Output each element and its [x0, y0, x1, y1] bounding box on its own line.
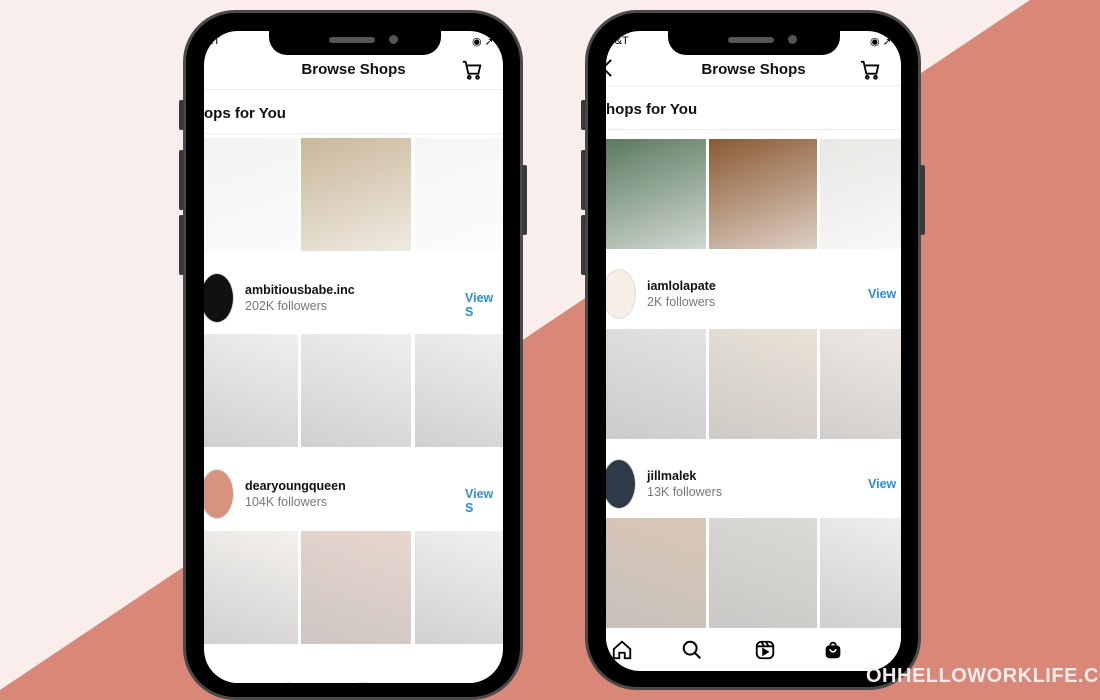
status-carrier: T&T — [608, 35, 629, 47]
phone-frame: T&T ◉ ➚ 1 Browse Shops hops for You iamlolap… — [585, 10, 921, 690]
featured-product-image[interactable] — [606, 139, 706, 249]
shop-name[interactable]: ambitiousbabe.inc — [245, 283, 355, 297]
featured-product-image[interactable] — [415, 138, 503, 251]
watermark: OHHELLOWORKLIFE.COM — [866, 665, 1100, 687]
shop-name[interactable]: jillmalek — [647, 469, 696, 483]
status-right: ◉ ➚ 1 — [869, 36, 901, 48]
side-button — [581, 215, 586, 275]
shop-product-image[interactable] — [606, 329, 706, 439]
shop-followers: 13K followers — [647, 485, 723, 499]
header-divider — [204, 89, 503, 90]
shop-product-image[interactable] — [820, 329, 901, 439]
view-shop-link[interactable]: View S — [465, 291, 503, 319]
phone-screen: T&T ◉ ➚ 1 Browse Shops hops for You iamlolap… — [606, 31, 901, 671]
phone-screen: &T ◉ ➚ 9 Browse Shops ops for You ambitiousb… — [204, 31, 503, 683]
featured-product-image[interactable] — [820, 139, 901, 249]
status-right: ◉ ➚ 9 — [471, 36, 503, 48]
side-button — [179, 215, 184, 275]
header-divider — [606, 85, 901, 86]
shop-product-image[interactable] — [606, 518, 706, 628]
section-title: ops for You — [204, 105, 286, 122]
shop-product-image[interactable] — [204, 531, 298, 644]
bottom-nav — [204, 659, 503, 683]
shop-product-image[interactable] — [204, 334, 298, 447]
shop-product-image[interactable] — [709, 329, 817, 439]
power-button — [920, 165, 925, 235]
back-icon[interactable] — [606, 59, 612, 82]
page-title: Browse Shops — [701, 61, 806, 78]
section-title: hops for You — [606, 101, 698, 118]
shop-followers: 202K followers — [245, 299, 327, 313]
shop-product-image[interactable] — [709, 518, 817, 628]
section-divider — [606, 129, 901, 130]
shop-avatar[interactable] — [606, 459, 636, 509]
shop-avatar[interactable] — [606, 269, 636, 319]
shop-product-image[interactable] — [415, 334, 503, 447]
side-button — [581, 100, 586, 130]
side-button — [179, 100, 184, 130]
shop-product-image[interactable] — [415, 531, 503, 644]
bottom-nav — [606, 629, 901, 669]
phone-frame: &T ◉ ➚ 9 Browse Shops ops for You ambitiousb… — [183, 10, 523, 700]
shop-name[interactable]: iamlolapate — [647, 279, 716, 293]
page-title: Browse Shops — [301, 61, 406, 78]
shop-avatar[interactable] — [204, 273, 234, 323]
cart-icon[interactable] — [461, 59, 483, 86]
view-shop-link[interactable]: View — [868, 287, 896, 301]
cart-icon[interactable] — [859, 59, 881, 86]
shop-product-image[interactable] — [301, 531, 411, 644]
shop-product-image[interactable] — [820, 518, 901, 628]
background-accent — [0, 0, 1100, 700]
section-divider — [204, 133, 503, 134]
view-shop-link[interactable]: View — [868, 477, 896, 491]
view-shop-link[interactable]: View S — [465, 487, 503, 515]
notch — [668, 31, 840, 55]
shop-followers: 104K followers — [245, 495, 327, 509]
shop-name[interactable]: dearyoungqueen — [245, 479, 346, 493]
shop-avatar[interactable] — [204, 469, 234, 519]
side-button — [179, 150, 184, 210]
notch — [269, 31, 441, 55]
featured-product-image[interactable] — [204, 138, 298, 251]
featured-product-image[interactable] — [301, 138, 411, 251]
shop-product-image[interactable] — [301, 334, 411, 447]
side-button — [581, 150, 586, 210]
featured-product-image[interactable] — [709, 139, 817, 249]
status-carrier: &T — [206, 35, 221, 47]
shop-followers: 2K followers — [647, 295, 716, 309]
power-button — [522, 165, 527, 235]
